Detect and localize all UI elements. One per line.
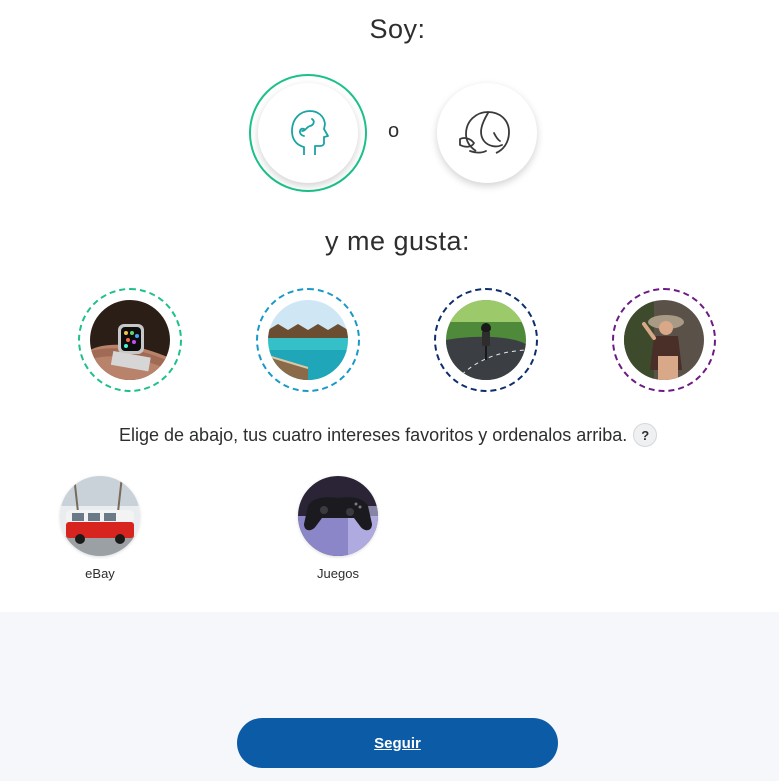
interest-option-ebay[interactable]: eBay [60,476,140,581]
woman-hat-photo [624,300,704,380]
help-icon[interactable]: ? [633,423,658,447]
interest-slot-2[interactable] [256,288,360,392]
smartwatch-photo [90,300,170,380]
interest-option-juegos[interactable]: Juegos [298,476,378,581]
interest-slot-3[interactable] [434,288,538,392]
instructions: Elige de abajo, tus cuatro intereses fav… [119,423,658,447]
male-head-icon [291,110,329,155]
or-text: o [388,120,400,142]
female-option[interactable] [437,83,537,183]
cyclist-photo [446,300,526,380]
interest-slot-4[interactable] [612,288,716,392]
game-controller-photo [298,476,378,556]
seguir-button[interactable]: Seguir [237,718,558,768]
instructions-text: Elige de abajo, tus cuatro intereses fav… [119,424,628,445]
male-option[interactable] [258,83,358,183]
interest-slot-1[interactable] [78,288,182,392]
female-head-icon [459,111,510,154]
interest-option-label: eBay [85,566,115,581]
beach-resort-photo [268,300,348,380]
interest-option-label: Juegos [317,566,359,581]
heading-soy: Soy: [369,14,426,44]
gender-selector: o [0,74,779,194]
red-van-photo [60,476,140,556]
heading-gusta: y me gusta: [324,226,471,256]
